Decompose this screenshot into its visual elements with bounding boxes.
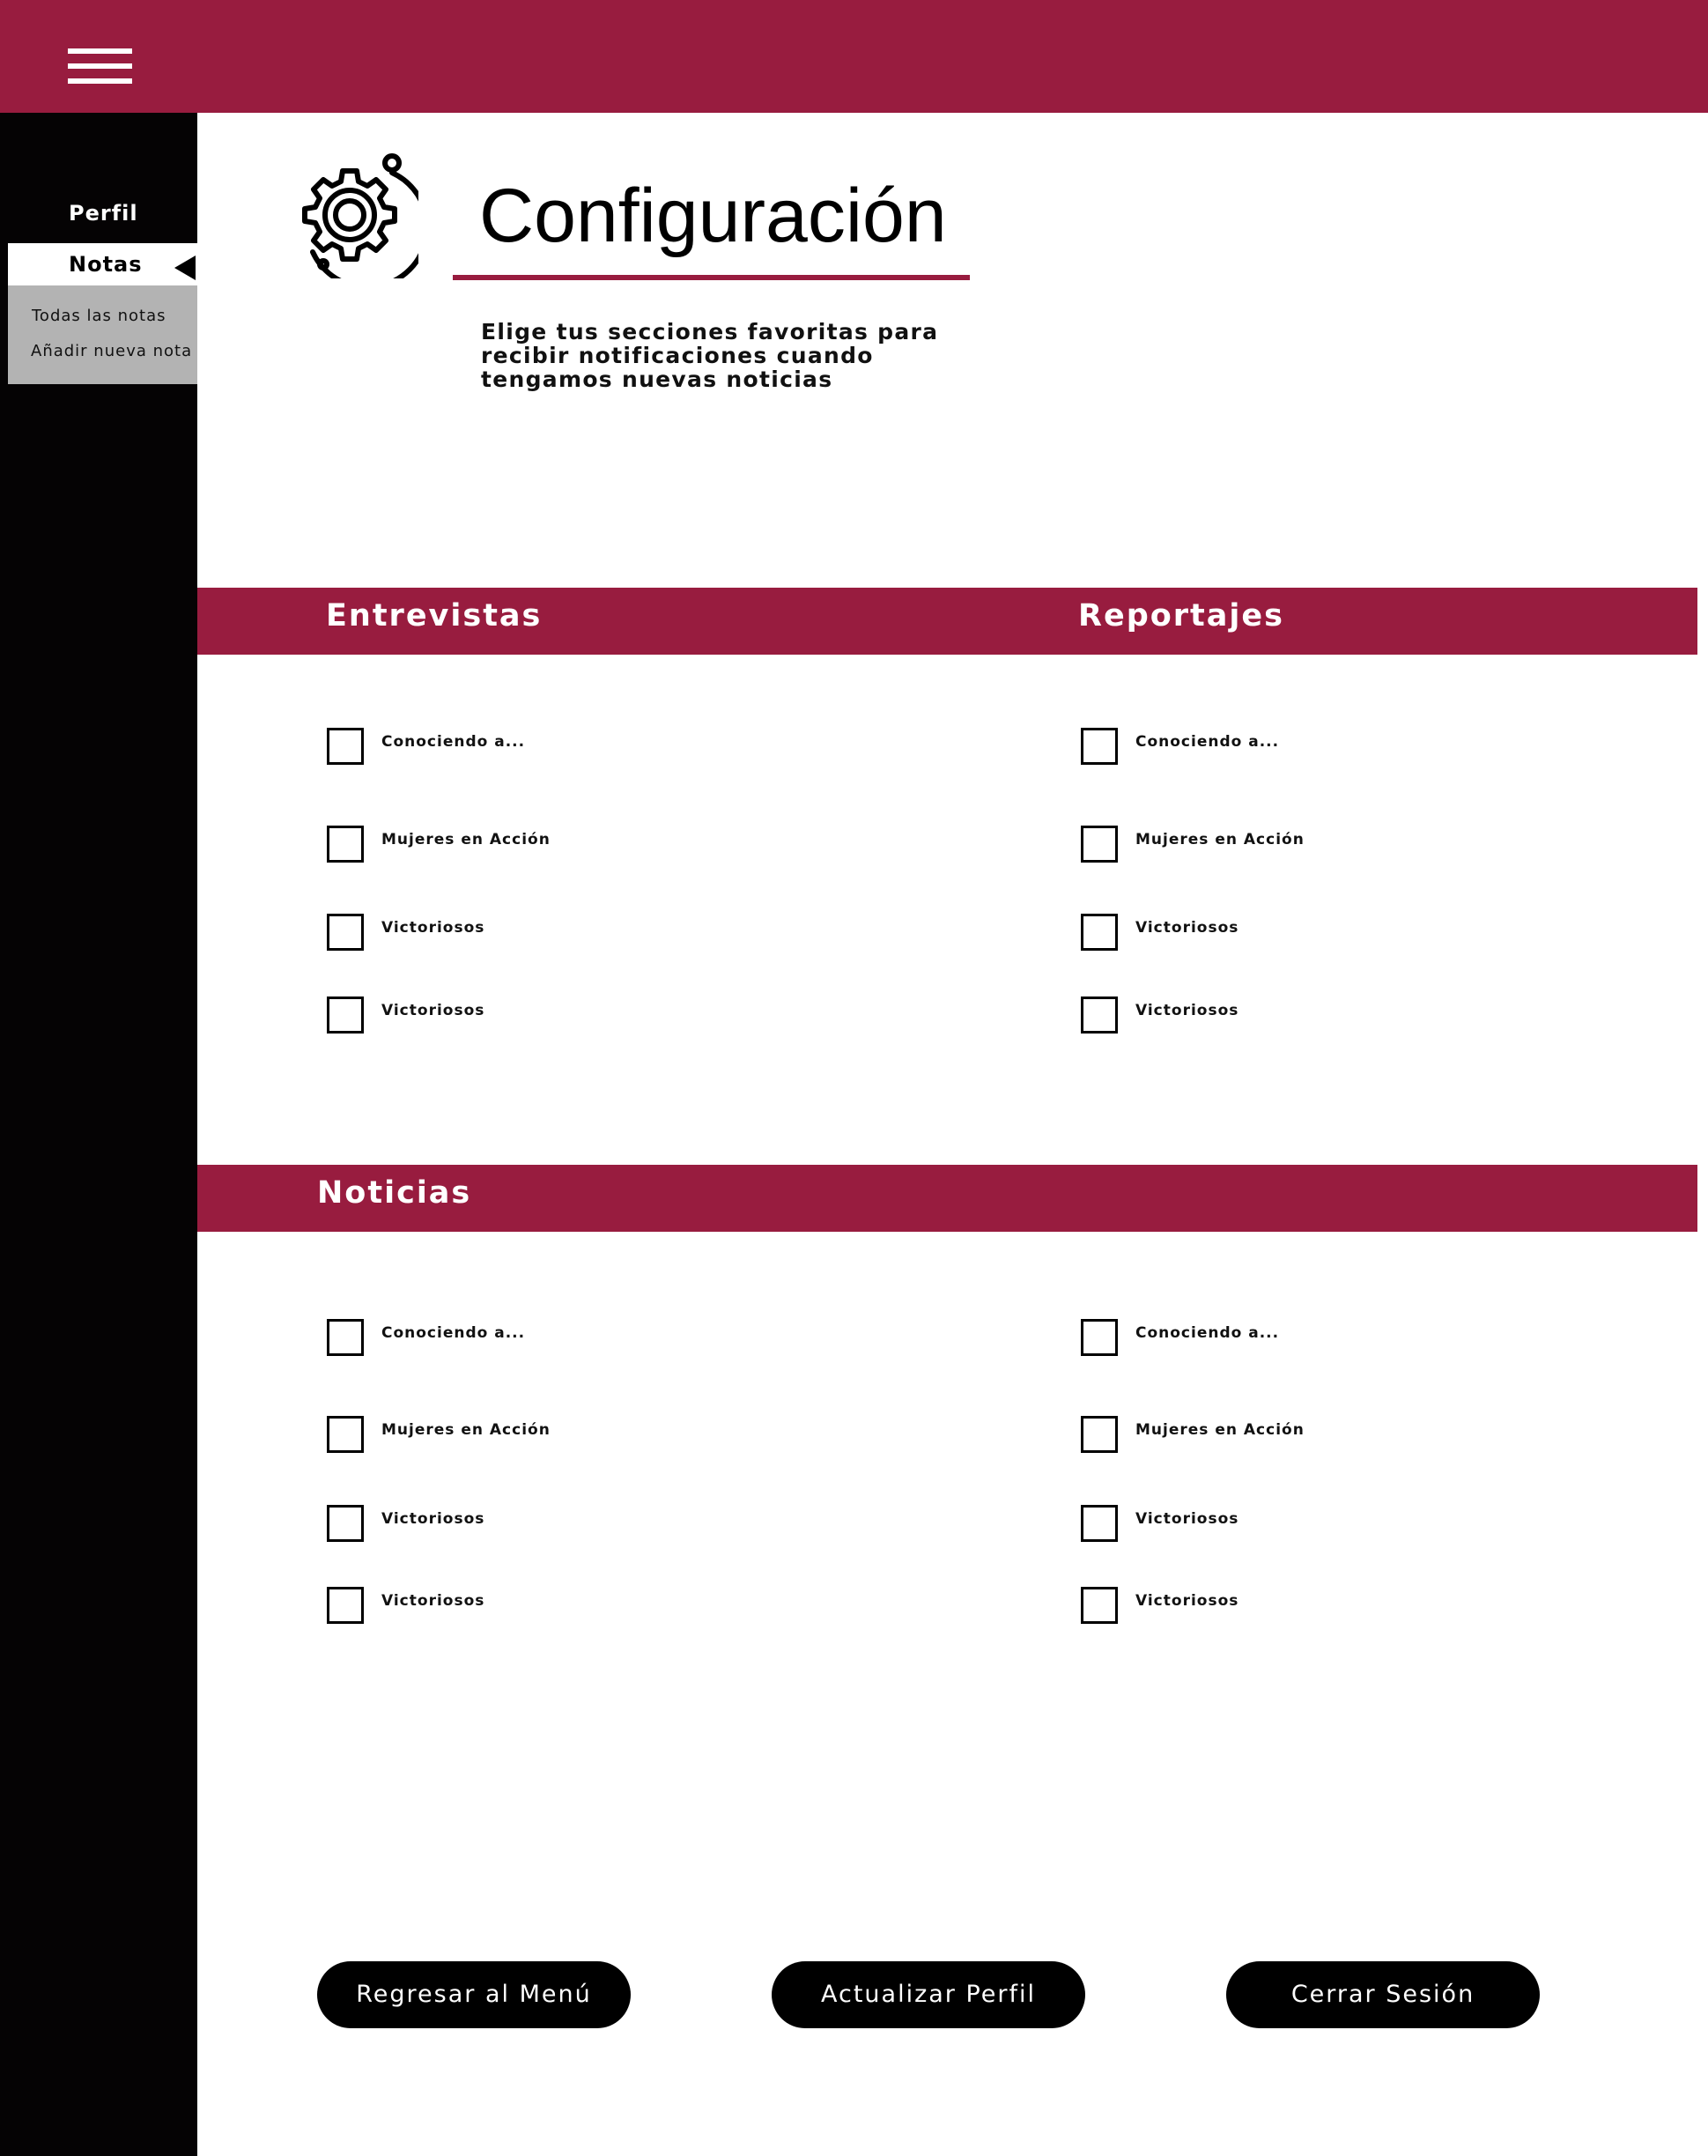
checkbox[interactable]	[327, 1319, 364, 1356]
page-title: Configuración	[479, 174, 947, 258]
checkbox-label: Victoriosos	[1135, 919, 1239, 937]
checkbox[interactable]	[1081, 997, 1118, 1034]
checkbox-label: Victoriosos	[381, 919, 485, 937]
checkbox-label: Victoriosos	[381, 1510, 485, 1528]
sidebar-item-notas[interactable]: Notas	[8, 243, 197, 285]
checkbox[interactable]	[327, 1587, 364, 1624]
checkbox-label: Victoriosos	[1135, 1510, 1239, 1528]
page-description: Elige tus secciones favoritas para recib…	[481, 319, 939, 392]
checkbox[interactable]	[327, 1505, 364, 1542]
submenu-item-todas[interactable]: Todas las notas	[32, 307, 166, 325]
back-to-menu-button[interactable]: Regresar al Menú	[317, 1961, 631, 2028]
sidebar	[0, 113, 197, 2156]
checkbox-label: Conociendo a...	[381, 1324, 526, 1342]
submenu-item-nueva[interactable]: Añadir nueva nota	[31, 342, 192, 360]
checkbox[interactable]	[327, 1416, 364, 1453]
arrow-left-icon	[174, 256, 196, 280]
checkbox[interactable]	[327, 914, 364, 951]
sidebar-item-notas-label: Notas	[69, 252, 143, 277]
checkbox[interactable]	[1081, 1587, 1118, 1624]
checkbox[interactable]	[1081, 1319, 1118, 1356]
section-title-entrevistas: Entrevistas	[326, 598, 543, 633]
checkbox-label: Victoriosos	[1135, 1002, 1239, 1019]
checkbox-label: Mujeres en Acción	[1135, 831, 1305, 848]
checkbox-label: Mujeres en Acción	[381, 831, 551, 848]
checkbox-label: Victoriosos	[1135, 1592, 1239, 1610]
checkbox-label: Mujeres en Acción	[1135, 1421, 1305, 1439]
notas-submenu: Todas las notas Añadir nueva nota	[8, 285, 197, 384]
hamburger-icon[interactable]	[68, 48, 132, 84]
checkbox[interactable]	[327, 826, 364, 863]
checkbox-label: Victoriosos	[381, 1002, 485, 1019]
checkbox[interactable]	[1081, 1416, 1118, 1453]
top-bar	[0, 0, 1708, 113]
checkbox[interactable]	[1081, 826, 1118, 863]
checkbox[interactable]	[1081, 728, 1118, 765]
checkbox[interactable]	[327, 728, 364, 765]
checkbox-label: Conociendo a...	[381, 733, 526, 751]
checkbox-label: Conociendo a...	[1135, 1324, 1280, 1342]
checkbox[interactable]	[1081, 1505, 1118, 1542]
section-title-reportajes: Reportajes	[1078, 598, 1284, 633]
update-profile-button[interactable]: Actualizar Perfil	[772, 1961, 1085, 2028]
checkbox-label: Mujeres en Acción	[381, 1421, 551, 1439]
logout-button[interactable]: Cerrar Sesión	[1226, 1961, 1540, 2028]
checkbox-label: Victoriosos	[381, 1592, 485, 1610]
checkbox-label: Conociendo a...	[1135, 733, 1280, 751]
checkbox[interactable]	[327, 997, 364, 1034]
sidebar-item-perfil[interactable]: Perfil	[69, 201, 138, 226]
title-underline	[453, 275, 970, 280]
section-title-noticias: Noticias	[317, 1175, 472, 1211]
checkbox[interactable]	[1081, 914, 1118, 951]
gear-icon	[281, 141, 430, 290]
